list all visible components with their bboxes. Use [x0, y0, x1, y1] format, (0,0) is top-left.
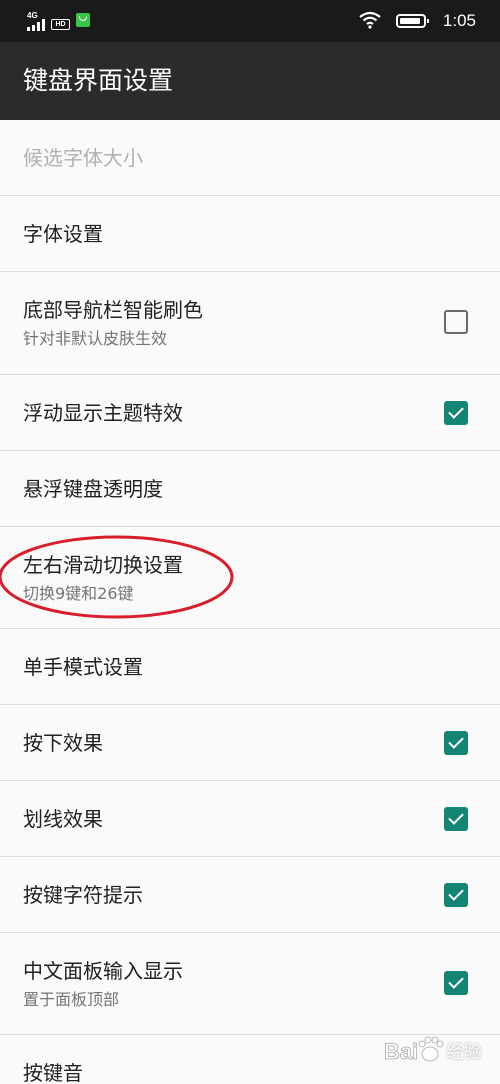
hd-badge: HD [51, 19, 70, 30]
setting-title: 底部导航栏智能刷色 [23, 298, 203, 322]
setting-key-sound[interactable]: 按键音 [0, 1035, 500, 1084]
setting-summary: 切换9键和26键 [23, 584, 134, 603]
setting-float-theme-effect[interactable]: 浮动显示主题特效 [0, 375, 500, 451]
settings-list: 候选字体大小 字体设置 底部导航栏智能刷色 针对非默认皮肤生效 浮动显示主题特效… [0, 120, 500, 1084]
float-theme-effect-checkbox[interactable] [444, 401, 468, 425]
battery-icon [396, 14, 429, 28]
signal-icon [27, 19, 49, 31]
setting-chinese-panel-input[interactable]: 中文面板输入显示 置于面板顶部 [0, 933, 500, 1035]
setting-float-keyboard-opacity[interactable]: 悬浮键盘透明度 [0, 451, 500, 527]
app-bar: 键盘界面设置 [0, 42, 500, 120]
setting-summary: 针对非默认皮肤生效 [23, 329, 168, 348]
setting-nav-bar-tint[interactable]: 底部导航栏智能刷色 针对非默认皮肤生效 [0, 272, 500, 375]
setting-title: 中文面板输入显示 [23, 959, 183, 983]
status-right: 1:05 [316, 10, 476, 32]
setting-title: 浮动显示主题特效 [23, 401, 183, 425]
shopping-bag-notification-icon [76, 13, 90, 27]
chinese-panel-input-checkbox[interactable] [444, 971, 468, 995]
clock: 1:05 [442, 11, 476, 30]
setting-title: 候选字体大小 [23, 146, 143, 170]
setting-title: 按键音 [23, 1061, 83, 1084]
setting-font-settings[interactable]: 字体设置 [0, 196, 500, 272]
status-bar: 4G HD 1:05 [0, 0, 500, 42]
setting-press-effect[interactable]: 按下效果 [0, 705, 500, 781]
setting-one-hand-mode[interactable]: 单手模式设置 [0, 629, 500, 705]
setting-title: 悬浮键盘透明度 [23, 477, 163, 501]
setting-key-char-hint[interactable]: 按键字符提示 [0, 857, 500, 933]
setting-summary: 置于面板顶部 [23, 990, 120, 1009]
press-effect-checkbox[interactable] [444, 731, 468, 755]
setting-title: 字体设置 [23, 222, 103, 246]
setting-title: 左右滑动切换设置 [23, 553, 183, 577]
setting-stroke-effect[interactable]: 划线效果 [0, 781, 500, 857]
wifi-icon [359, 11, 381, 29]
setting-candidate-font-size[interactable]: 候选字体大小 [0, 120, 500, 196]
stroke-effect-checkbox[interactable] [444, 807, 468, 831]
setting-title: 按键字符提示 [23, 883, 143, 907]
setting-title: 按下效果 [23, 731, 103, 755]
setting-swipe-switch[interactable]: 左右滑动切换设置 切换9键和26键 [0, 527, 500, 629]
nav-bar-tint-checkbox[interactable] [444, 310, 468, 334]
setting-title: 划线效果 [23, 807, 103, 831]
setting-title: 单手模式设置 [23, 655, 143, 679]
page-title: 键盘界面设置 [23, 66, 174, 95]
key-char-hint-checkbox[interactable] [444, 883, 468, 907]
